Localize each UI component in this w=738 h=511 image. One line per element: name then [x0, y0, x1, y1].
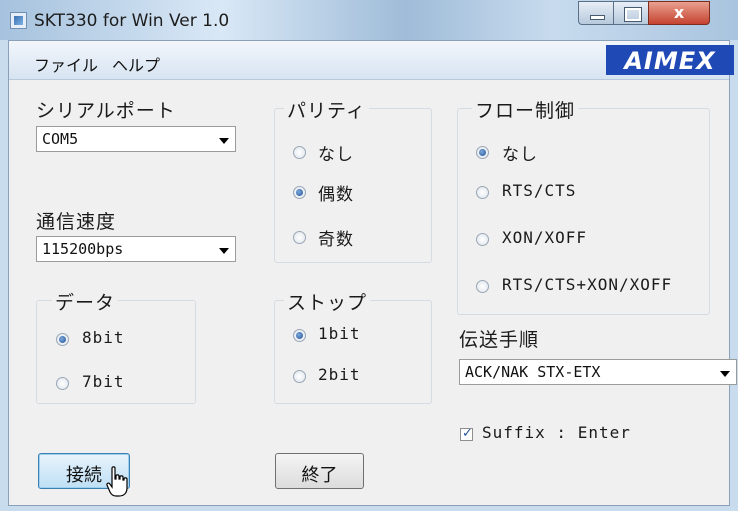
check-icon: ✓ — [462, 426, 473, 441]
window-title: SKT330 for Win Ver 1.0 — [34, 11, 230, 31]
flow-xonxoff-label[interactable]: XON/XOFF — [502, 228, 587, 247]
parity-even-label[interactable]: 偶数 — [318, 180, 354, 205]
data-8bit-radio[interactable] — [56, 333, 69, 346]
hand-cursor-icon — [106, 466, 128, 497]
chevron-down-icon — [219, 248, 229, 254]
aimex-logo: AIMEX — [606, 45, 734, 75]
data-7bit-radio[interactable] — [56, 377, 69, 390]
serial-port-select[interactable]: COM5 — [36, 126, 236, 152]
minimize-icon — [590, 15, 605, 20]
stop-1bit-radio[interactable] — [293, 329, 306, 342]
menu-help[interactable]: ヘルプ — [112, 52, 160, 76]
flow-both-radio[interactable] — [476, 280, 489, 293]
stop-2bit-radio[interactable] — [293, 370, 306, 383]
flow-both-label[interactable]: RTS/CTS+XON/XOFF — [502, 275, 672, 294]
stop-bits-group — [274, 300, 432, 404]
parity-none-label[interactable]: なし — [318, 140, 354, 165]
maximize-button[interactable] — [613, 1, 649, 25]
logo-text: AIMEX — [624, 47, 716, 75]
exit-button-label: 終了 — [301, 465, 338, 486]
minimize-button[interactable] — [578, 1, 614, 25]
data-bits-legend: データ — [52, 288, 119, 315]
app-icon[interactable] — [10, 12, 27, 29]
baud-rate-select[interactable]: 115200bps — [36, 236, 236, 262]
protocol-select[interactable]: ACK/NAK STX-ETX — [459, 359, 737, 385]
baud-rate-label: 通信速度 — [36, 211, 117, 233]
protocol-value: ACK/NAK STX-ETX — [465, 363, 601, 381]
parity-legend: パリティ — [284, 96, 369, 123]
chevron-down-icon — [720, 371, 730, 377]
serial-port-label: シリアルポート — [36, 100, 176, 122]
data-7bit-label[interactable]: 7bit — [82, 372, 125, 391]
flow-rtscts-label[interactable]: RTS/CTS — [502, 181, 576, 200]
suffix-label[interactable]: Suffix : Enter — [482, 423, 631, 442]
close-button[interactable]: x — [648, 1, 710, 25]
flow-none-label[interactable]: なし — [502, 140, 538, 165]
flow-rtscts-radio[interactable] — [476, 186, 489, 199]
parity-none-radio[interactable] — [293, 146, 306, 159]
baud-rate-value: 115200bps — [42, 240, 124, 258]
parity-even-radio[interactable] — [293, 186, 306, 199]
data-8bit-label[interactable]: 8bit — [82, 328, 125, 347]
parity-odd-radio[interactable] — [293, 231, 306, 244]
close-icon: x — [673, 3, 685, 22]
parity-odd-label[interactable]: 奇数 — [318, 225, 354, 250]
stop-bits-legend: ストップ — [284, 288, 371, 315]
chevron-down-icon — [219, 138, 229, 144]
maximize-icon — [625, 8, 641, 21]
flow-control-legend: フロー制御 — [472, 96, 579, 123]
flow-xonxoff-radio[interactable] — [476, 233, 489, 246]
serial-port-value: COM5 — [42, 130, 79, 148]
menu-file[interactable]: ファイル — [34, 52, 98, 76]
exit-button[interactable]: 終了 — [275, 453, 364, 489]
stop-1bit-label[interactable]: 1bit — [318, 324, 361, 343]
stop-2bit-label[interactable]: 2bit — [318, 365, 361, 384]
protocol-label: 伝送手順 — [459, 329, 540, 351]
suffix-checkbox[interactable]: ✓ — [460, 426, 473, 441]
flow-none-radio[interactable] — [476, 146, 489, 159]
